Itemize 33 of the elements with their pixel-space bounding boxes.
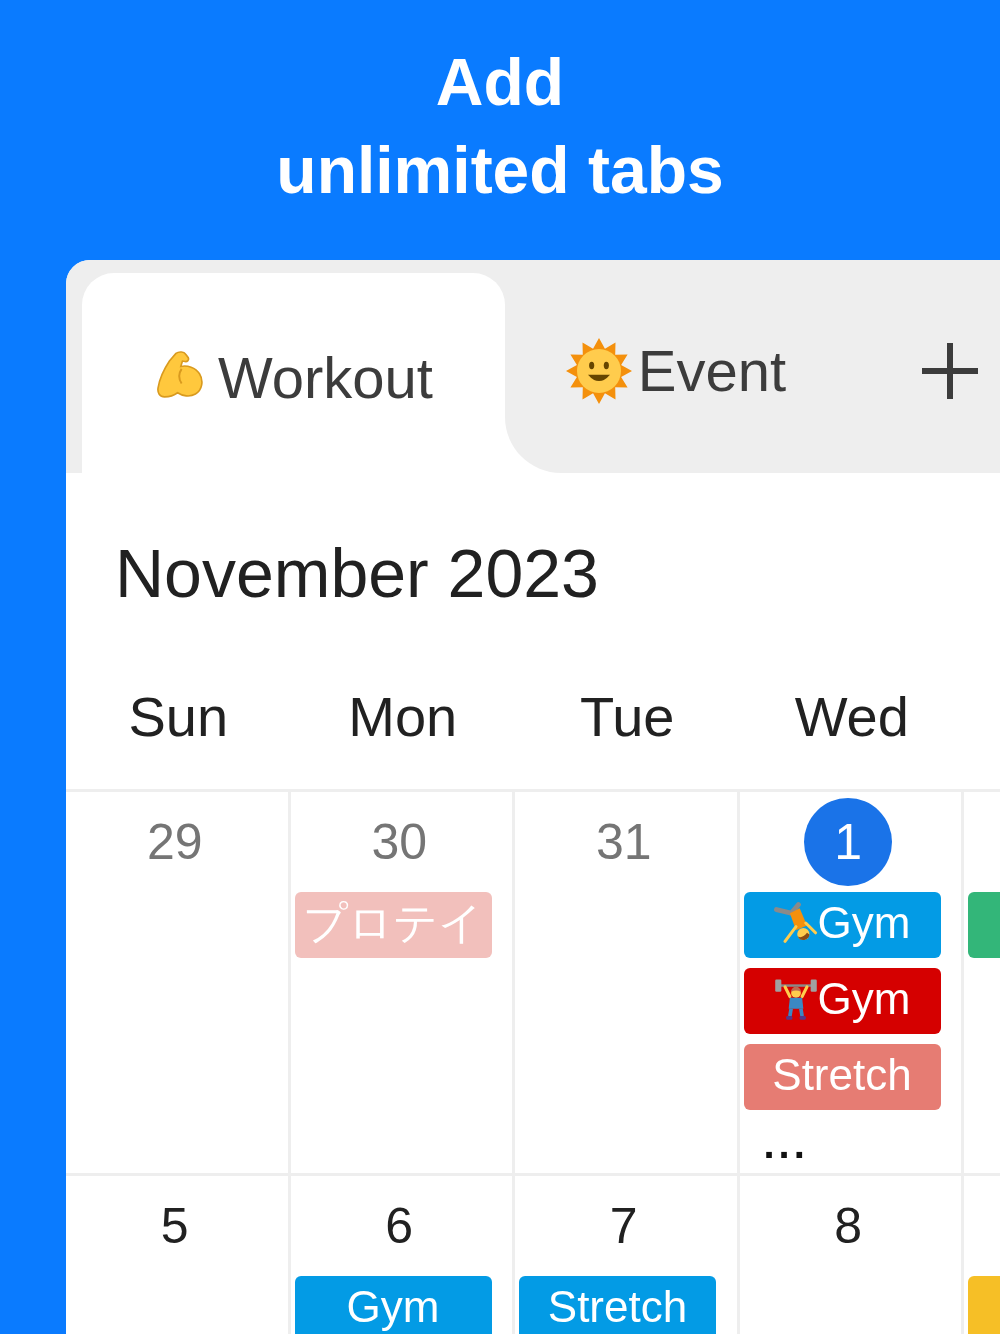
event-chip[interactable]: Stretch	[743, 1044, 941, 1110]
weekday-label: Mon	[348, 685, 458, 749]
plus-icon[interactable]	[922, 342, 978, 399]
day-cell[interactable]: 5	[66, 1176, 291, 1334]
weekday-label: Wed	[794, 685, 909, 749]
day-cell[interactable]: 30 プロテイ	[290, 792, 515, 1173]
day-cell[interactable]: 6 Gym	[290, 1176, 515, 1334]
date-number: 30	[371, 813, 428, 871]
date-number: 29	[146, 813, 203, 871]
date-number: 6	[385, 1197, 414, 1255]
event-chip[interactable]: Stretch	[519, 1276, 716, 1334]
headline-text: Add unlimited tabs	[276, 44, 724, 209]
date-number: 8	[834, 1197, 863, 1255]
event-chip[interactable]: Gym	[743, 968, 941, 1034]
cartwheel-person-icon	[773, 901, 818, 945]
day-cell[interactable]: 29	[66, 792, 291, 1173]
weekday-label: Sun	[128, 685, 229, 749]
date-number: 1	[804, 798, 893, 886]
day-cell[interactable]: 8	[739, 1176, 964, 1334]
event-chip[interactable]: Gym	[743, 892, 941, 958]
date-number: 31	[595, 813, 652, 871]
month-title: November 2023	[115, 537, 599, 609]
weekday-label: Tue	[580, 685, 675, 749]
day-cell[interactable]: 1 Gym Gym Stretch ...	[739, 792, 964, 1173]
date-number: 7	[609, 1197, 638, 1255]
sun-face-icon	[565, 337, 632, 404]
weightlifter-icon	[773, 977, 818, 1021]
date-number: 5	[160, 1197, 189, 1255]
day-cell[interactable]: 7 Stretch	[515, 1176, 740, 1334]
day-cell[interactable]: 31	[515, 792, 740, 1173]
event-chip[interactable]: Gym	[294, 1276, 492, 1334]
tab[interactable]: Workout	[82, 273, 505, 473]
more-events-label[interactable]: ...	[763, 1124, 809, 1164]
